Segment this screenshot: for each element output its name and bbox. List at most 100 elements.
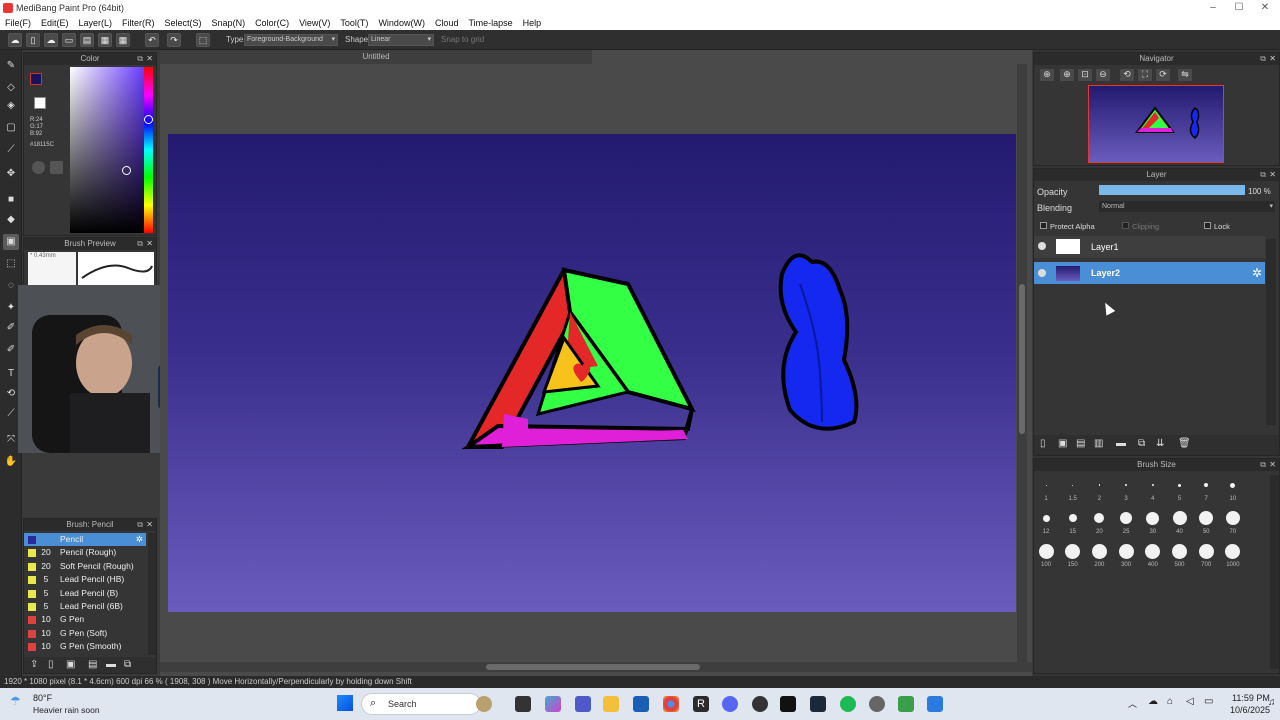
operation-tool-icon[interactable]: ⟲ (3, 386, 19, 402)
popout-icon[interactable]: ⧉ (137, 238, 143, 250)
volume-icon[interactable]: ◁ (1186, 696, 1194, 707)
brush-size-option[interactable] (1068, 514, 1077, 522)
palette-icon[interactable] (50, 161, 63, 174)
clipping-checkbox[interactable] (1122, 222, 1129, 229)
gear-icon[interactable]: ✲ (1252, 266, 1262, 280)
brush-size-option[interactable] (1125, 484, 1128, 486)
chevron-up-icon[interactable]: ︿ (1128, 697, 1137, 710)
brush-item-pencil[interactable]: Pencil ✲ (24, 533, 146, 547)
discord-icon[interactable] (722, 696, 738, 712)
clock-date[interactable]: 10/6/2025 (1230, 705, 1270, 715)
foreground-color-swatch[interactable] (30, 73, 42, 85)
flip-icon[interactable]: ⇋ (1178, 69, 1192, 81)
maximize-button[interactable]: ☐ (1226, 0, 1252, 16)
widgets-icon[interactable] (476, 696, 492, 712)
minimize-button[interactable]: – (1200, 0, 1226, 16)
brush-size-option[interactable] (1204, 483, 1209, 487)
brush-size-option[interactable] (1065, 543, 1081, 559)
add-brush-icon[interactable]: ▣ (66, 659, 75, 670)
brush-size-option[interactable] (1118, 543, 1134, 559)
type-select[interactable]: Foreground-Background ▾ (244, 34, 338, 46)
menu-snap[interactable]: Snap(N) (207, 16, 251, 30)
brush-item-g-pen-soft[interactable]: 10 G Pen (Soft) (24, 627, 146, 640)
tiktok-icon[interactable] (780, 696, 796, 712)
brush-item-g-pen-smooth[interactable]: 10 G Pen (Smooth) (24, 640, 146, 653)
chrome-icon[interactable] (663, 696, 679, 712)
file-explorer-icon[interactable] (603, 696, 619, 712)
obs-icon[interactable] (752, 696, 768, 712)
color-wheel-icon[interactable] (32, 161, 45, 174)
popout-icon[interactable]: ⧉ (137, 519, 143, 531)
rotate-right-icon[interactable]: ⟳ (1156, 69, 1170, 81)
zoom-in-alt-icon[interactable]: ⊕ (1060, 69, 1074, 81)
page-icon[interactable]: ▤ (80, 33, 94, 47)
menu-file[interactable]: File(F) (0, 16, 36, 30)
steam-icon[interactable] (810, 696, 826, 712)
frame-icon[interactable]: ▭ (62, 33, 76, 47)
menu-window[interactable]: Window(W) (373, 16, 430, 30)
eyedropper-icon[interactable]: ⤧ (3, 432, 19, 448)
grid-icon[interactable]: ▦ (116, 33, 130, 47)
add-layer-icon[interactable]: ▣ (1058, 438, 1067, 449)
brush-item-pencil-rough[interactable]: 20 Pencil (Rough) (24, 546, 146, 559)
copy-brush-icon[interactable]: ▤ (88, 659, 97, 670)
brush-size-scrollbar[interactable] (1270, 475, 1279, 669)
vertical-scroll-thumb[interactable] (1019, 284, 1025, 434)
select-rect-icon[interactable]: ▢ (3, 120, 19, 136)
upload-icon[interactable]: ⇪ (30, 659, 38, 670)
brush-size-option[interactable] (1072, 484, 1074, 486)
brush-size-option[interactable] (1120, 512, 1133, 524)
windows-start-icon[interactable] (337, 695, 353, 711)
select-pen-icon[interactable]: ✐ (3, 320, 19, 336)
app-green-icon[interactable] (898, 696, 914, 712)
fit-screen-icon[interactable]: ⛶ (1138, 69, 1152, 81)
brush-item-g-pen[interactable]: 10 G Pen (24, 613, 146, 626)
background-color-swatch[interactable] (34, 97, 46, 109)
layer-list-scrollbar[interactable] (1266, 239, 1276, 425)
deselect-icon[interactable]: ⬚ (196, 33, 210, 47)
select-tool-icon[interactable]: ⬚ (3, 256, 19, 272)
close-icon[interactable]: ✕ (146, 53, 153, 65)
brush-size-option[interactable] (1172, 511, 1187, 525)
weather-text[interactable]: Heavier rain soon (33, 705, 100, 715)
task-view-icon[interactable] (515, 696, 531, 712)
menu-layer[interactable]: Layer(L) (74, 16, 118, 30)
popout-icon[interactable]: ⧉ (1260, 169, 1266, 181)
notification-bell-icon[interactable]: ♫ (1268, 697, 1276, 708)
undo-icon[interactable]: ↶ (145, 33, 159, 47)
brush-item-lead-pencil-hb[interactable]: 5 Lead Pencil (HB) (24, 573, 146, 586)
menu-view[interactable]: View(V) (294, 16, 335, 30)
close-icon[interactable]: ✕ (146, 238, 153, 250)
opacity-slider[interactable] (1099, 185, 1245, 195)
brush-size-option[interactable] (1151, 483, 1155, 487)
gradient-tool-icon[interactable]: ▣ (3, 234, 19, 250)
drawing-canvas[interactable] (168, 134, 1016, 612)
brush-size-option[interactable] (1042, 514, 1050, 522)
brush-tool-icon[interactable]: ⟋ (3, 142, 19, 158)
hand-tool-icon[interactable]: ✋ (3, 454, 19, 470)
brush-size-option[interactable] (1230, 482, 1236, 488)
new-layer-icon[interactable]: ▯ (1040, 438, 1046, 449)
dot-eraser-icon[interactable]: ◈ (3, 98, 19, 114)
duplicate-icon[interactable]: ⧉ (124, 659, 131, 670)
pages-icon[interactable]: ▦ (98, 33, 112, 47)
cloud-tray-icon[interactable]: ☁ (1148, 696, 1158, 707)
brush-size-option[interactable] (1145, 543, 1161, 559)
lock-checkbox[interactable] (1204, 222, 1211, 229)
brush-size-option[interactable] (1172, 543, 1187, 559)
menu-timelapse[interactable]: Time-lapse (463, 16, 517, 30)
shape-select[interactable]: Linear ▾ (368, 34, 434, 46)
menu-tool[interactable]: Tool(T) (335, 16, 373, 30)
weather-temp[interactable]: 80°F (33, 693, 52, 703)
brush-size-option[interactable] (1094, 513, 1105, 523)
menu-select[interactable]: Select(S) (160, 16, 207, 30)
menu-cloud[interactable]: Cloud (430, 16, 464, 30)
brush-size-option[interactable] (1199, 511, 1214, 525)
menu-filter[interactable]: Filter(R) (117, 16, 160, 30)
clock-time[interactable]: 11:59 PM (1232, 693, 1270, 703)
blending-select[interactable]: Normal ▾ (1099, 201, 1275, 212)
duplicate-layer-icon[interactable]: ⧉ (1138, 438, 1145, 449)
pen-tool-icon[interactable]: ✎ (3, 58, 19, 74)
brush-size-option[interactable] (1038, 543, 1054, 559)
layer-type-icon[interactable]: ▥ (1094, 438, 1103, 449)
